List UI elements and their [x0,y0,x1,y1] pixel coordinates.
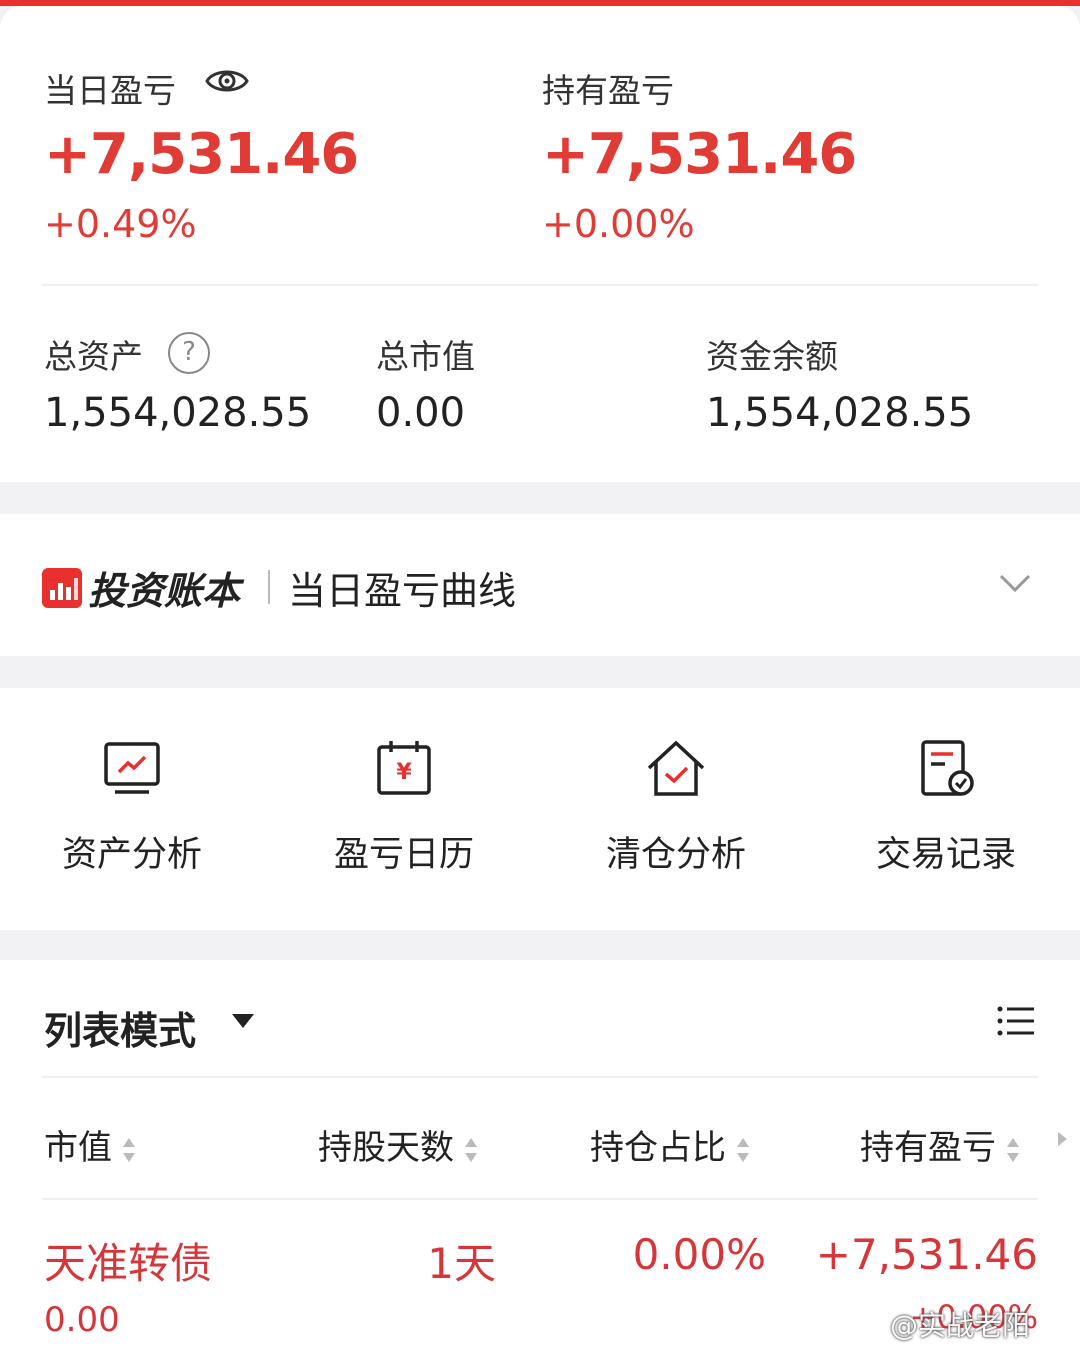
tool-clearance-analysis[interactable]: 清仓分析 [576,738,776,877]
watermark: @实战老阳 [890,1309,1031,1342]
chart-monitor-icon [104,742,160,794]
tool-asset-analysis[interactable]: 资产分析 [32,738,232,877]
eye-icon[interactable] [204,64,250,98]
summary-divider [42,284,1038,286]
pnl-curve-bar[interactable]: 投资账本 当日盈亏曲线 [0,514,1080,656]
holding-pnl-percent: +0.00% [542,202,695,246]
scroll-right-icon[interactable] [1058,1132,1067,1146]
tool-pnl-calendar[interactable]: ¥ 盈亏日历 [304,738,504,877]
tool-label: 盈亏日历 [333,835,474,875]
daily-pnl-value: +7,531.46 [44,122,359,187]
row-divider [42,1198,1038,1200]
chevron-down-icon[interactable] [998,570,1032,596]
ledger-logo-icon [42,568,82,608]
yen-calendar-icon: ¥ [377,741,431,795]
column-header-holding-pnl[interactable]: 持有盈亏 [860,1120,1020,1169]
sort-icon [465,1137,477,1162]
doc-check-icon [921,740,974,796]
dropdown-triangle-icon[interactable] [232,1014,254,1028]
svg-text:¥: ¥ [396,760,412,785]
holding-pnl-label: 持有盈亏 [542,71,674,110]
tool-label: 资产分析 [61,835,202,875]
column-header-market-value[interactable]: 市值 [44,1120,136,1169]
curve-title: 当日盈亏曲线 [288,569,517,613]
list-mode-selector[interactable]: 列表模式 [44,1000,196,1055]
holding-pnl-value: +7,531.46 [542,122,857,187]
holdings-list-card: 列表模式 市值 持股天数 持仓占比 持有盈亏 天准转债 0.00 1天 0.00… [0,960,1080,1355]
help-icon[interactable]: ? [168,332,210,374]
total-assets-value: 1,554,028.55 [44,390,312,436]
daily-pnl-label: 当日盈亏 [44,71,176,110]
sort-icon [737,1137,749,1162]
column-header-position-ratio[interactable]: 持仓占比 [590,1120,750,1169]
sort-icon [1007,1137,1019,1162]
market-value-label: 总市值 [376,337,475,376]
cash-balance-label: 资金余额 [706,337,838,376]
tool-label: 清仓分析 [605,835,746,875]
sort-icon [123,1137,135,1162]
house-check-icon [647,740,705,796]
tools-grid: 资产分析 ¥ 盈亏日历 清仓分析 交易记录 [0,688,1080,930]
total-assets-label: 总资产 [44,337,143,376]
list-header-divider [42,1076,1038,1078]
account-summary-card: 当日盈亏 +7,531.46 +0.49% 持有盈亏 +7,531.46 +0.… [0,6,1080,482]
stock-market-value: 0.00 [44,1300,120,1340]
cash-balance-value: 1,554,028.55 [706,390,974,436]
list-view-icon[interactable] [996,1004,1036,1038]
tool-trade-records[interactable]: 交易记录 [846,738,1046,877]
stock-position-ratio: 0.00% [632,1230,766,1279]
stock-holding-pnl: +7,531.46 [815,1230,1038,1279]
stock-name: 天准转债 [44,1239,213,1288]
brand-name: 投资账本 [88,569,241,613]
column-header-holding-days[interactable]: 持股天数 [318,1120,478,1169]
tool-label: 交易记录 [875,835,1016,875]
market-value-value: 0.00 [376,390,466,436]
stock-holding-days: 1天 [427,1239,496,1288]
brand-separator [268,570,270,604]
daily-pnl-percent: +0.49% [44,202,197,246]
